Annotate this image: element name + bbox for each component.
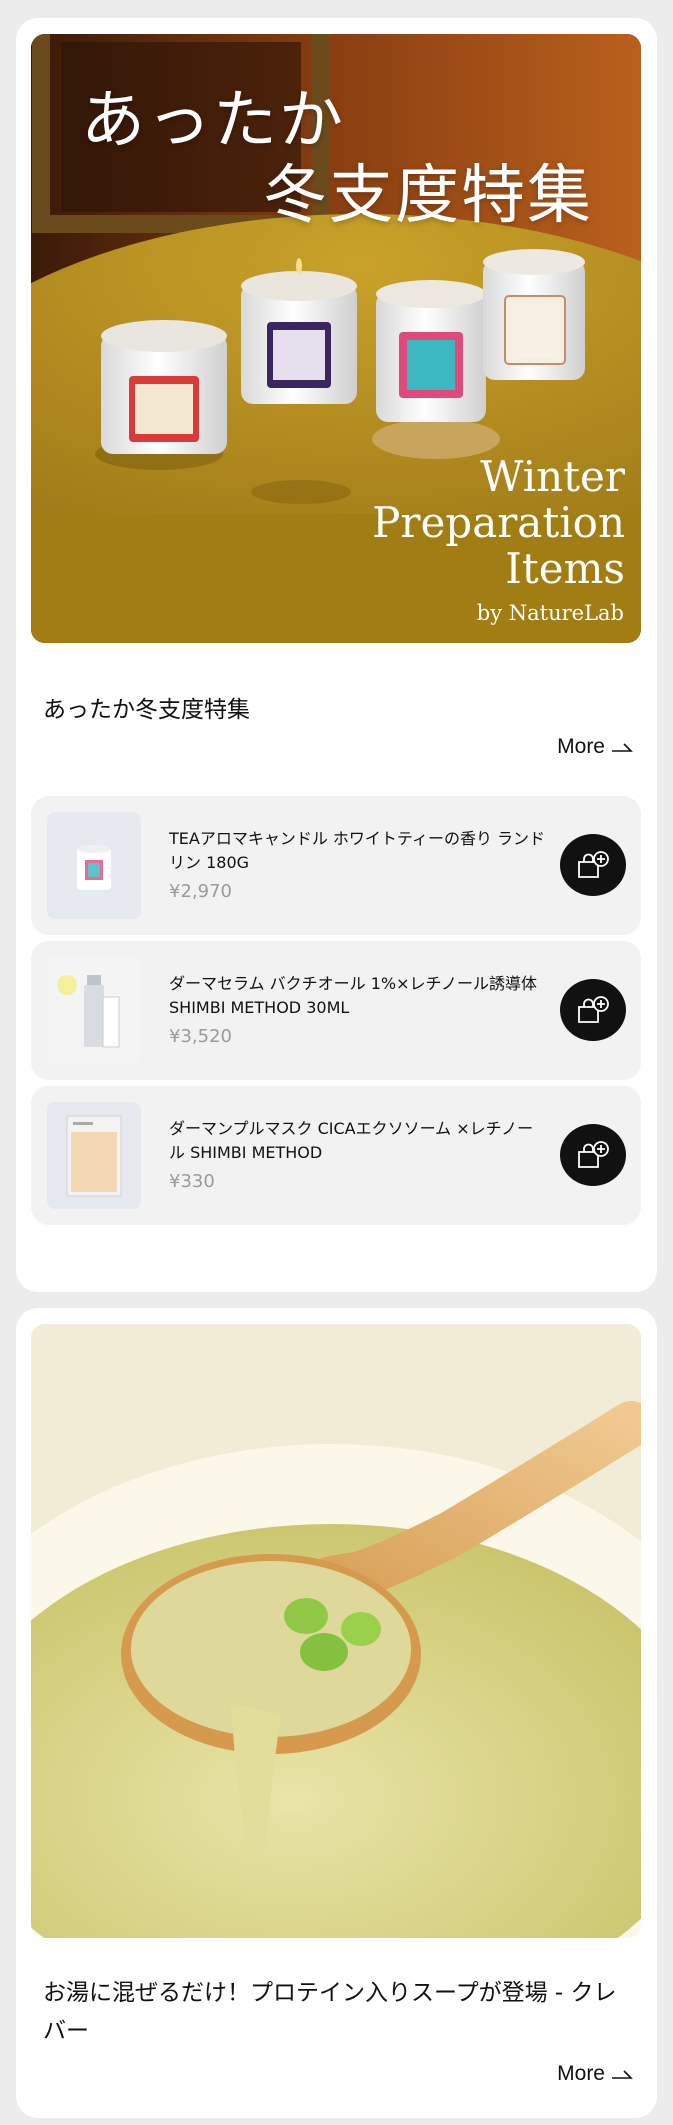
sheet-mask-image (66, 1115, 122, 1197)
add-to-cart-button[interactable] (560, 979, 626, 1041)
serum-image (57, 975, 120, 1048)
product-row[interactable]: TEAアロマキャンドル ホワイトティーの香り ランドリン 180G ¥2,970 (31, 796, 641, 935)
more-link[interactable]: More (557, 735, 633, 759)
product-price: ¥330 (169, 1171, 215, 1192)
arrow-right-icon (612, 743, 633, 752)
hero-english-title: Winter Preparation Items (372, 454, 625, 592)
product-thumbnail[interactable] (47, 957, 141, 1064)
product-thumbnail[interactable] (47, 812, 141, 919)
product-row[interactable]: ダーマセラム バクチオール 1%×レチノール誘導体 SHIMBI METHOD … (31, 941, 641, 1080)
more-label: More (557, 2062, 605, 2085)
hero-english-line2: Preparation (372, 498, 625, 547)
product-name[interactable]: ダーマセラム バクチオール 1%×レチノール誘導体 SHIMBI METHOD … (169, 972, 549, 1020)
more-link[interactable]: More (557, 2062, 633, 2086)
more-label: More (557, 735, 605, 758)
arrow-right-icon (612, 2070, 633, 2079)
hero-brand-byline: by NatureLab (476, 601, 624, 625)
product-name[interactable]: ダーマンプルマスク CICAエクソソーム ×レチノール SHIMBI METHO… (169, 1117, 549, 1165)
hero-english-line3: Items (505, 544, 625, 593)
feature-title: お湯に混ぜるだけ！プロテイン入りスープが登場 - クレバー (43, 1980, 617, 2044)
product-name[interactable]: TEAアロマキャンドル ホワイトティーの香り ランドリン 180G (169, 827, 549, 875)
soup-banner[interactable] (31, 1324, 641, 1938)
product-price: ¥3,520 (169, 1026, 232, 1047)
feature-title: あったか冬支度特集 (43, 697, 250, 723)
soup-image (31, 1324, 641, 1938)
hero-english-line1: Winter (480, 452, 625, 501)
feature-card-winter: あったか 冬支度特集 Winter Preparation Items by N… (16, 18, 657, 1292)
hero-title-line2: 冬支度特集 (263, 159, 593, 233)
feature-card-soup: お湯に混ぜるだけ！プロテイン入りスープが登場 - クレバー More (16, 1308, 657, 2118)
candle-image (77, 845, 111, 890)
bag-plus-icon (578, 851, 609, 878)
hero-banner[interactable]: あったか 冬支度特集 Winter Preparation Items by N… (31, 34, 641, 643)
product-price: ¥2,970 (169, 881, 232, 902)
bag-plus-icon (578, 996, 609, 1023)
product-row[interactable]: ダーマンプルマスク CICAエクソソーム ×レチノール SHIMBI METHO… (31, 1086, 641, 1225)
add-to-cart-button[interactable] (560, 834, 626, 896)
bag-plus-icon (578, 1141, 609, 1168)
add-to-cart-button[interactable] (560, 1124, 626, 1186)
product-thumbnail[interactable] (47, 1102, 141, 1209)
